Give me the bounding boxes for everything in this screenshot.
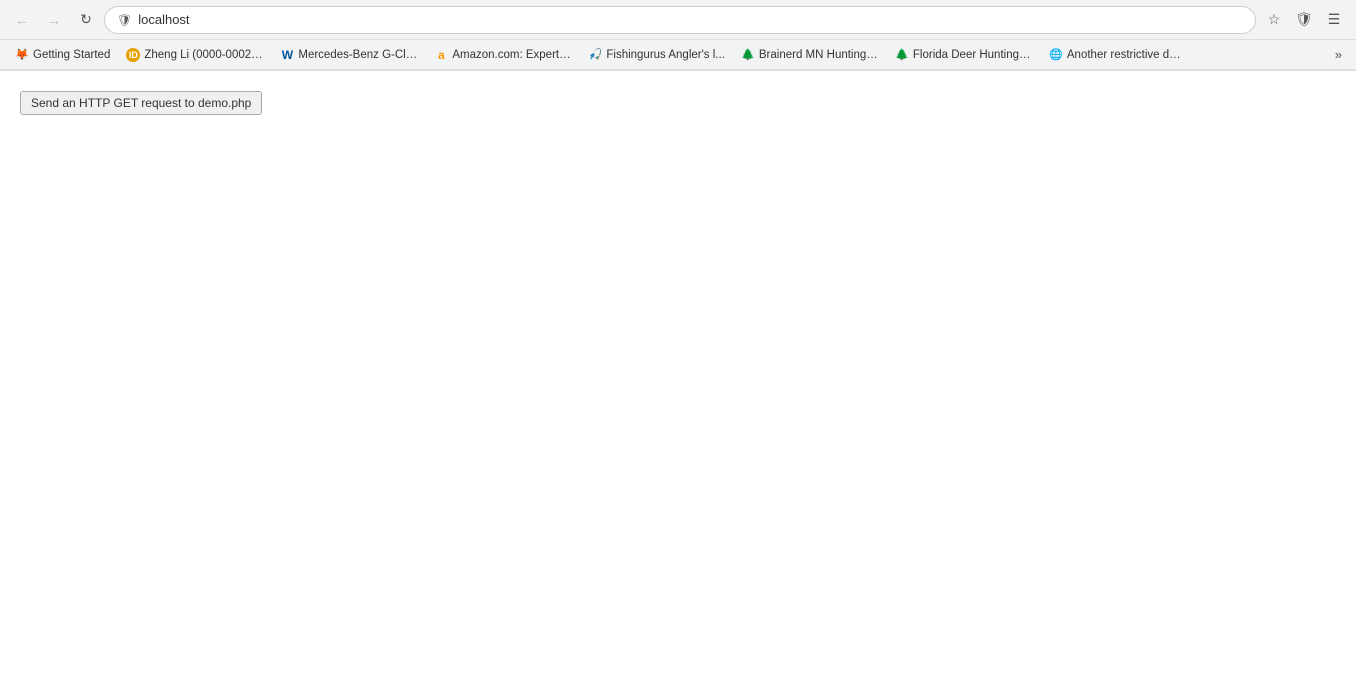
pocket-icon: 🛡: [1295, 11, 1313, 28]
bookmark-label-brainerd: Brainerd MN Hunting ...: [759, 49, 879, 61]
bookmark-item-fishingurus[interactable]: 🎣 Fishingurus Angler's l...: [581, 45, 732, 65]
bookmark-item-zheng-li[interactable]: ID Zheng Li (0000-0002-3...: [119, 45, 271, 65]
page-content: Send an HTTP GET request to demo.php: [0, 71, 1356, 651]
bookmarks-more-button[interactable]: »: [1329, 44, 1348, 65]
bookmark-item-another-restrictive[interactable]: 🌐 Another restrictive dee...: [1042, 45, 1194, 65]
reload-button[interactable]: ↻: [72, 6, 100, 34]
forward-button[interactable]: →: [40, 6, 68, 34]
bookmark-label-getting-started: Getting Started: [33, 49, 110, 61]
nav-bar: ← → ↻ 🛡 localhost ☆ 🛡 ☰: [0, 0, 1356, 40]
bookmark-favicon-mercedes: W: [280, 48, 294, 62]
bookmark-item-getting-started[interactable]: 🦊 Getting Started: [8, 45, 117, 65]
bookmark-favicon-getting-started: 🦊: [15, 48, 29, 62]
bookmark-label-amazon: Amazon.com: ExpertP...: [452, 49, 572, 61]
bookmark-favicon-florida-deer: 🌲: [895, 48, 909, 62]
bookmark-favicon-another-restrictive: 🌐: [1049, 48, 1063, 62]
bookmark-label-another-restrictive: Another restrictive dee...: [1067, 49, 1187, 61]
forward-icon: →: [47, 12, 61, 28]
bookmark-favicon-amazon: a: [434, 48, 448, 62]
bookmark-item-mercedes[interactable]: W Mercedes-Benz G-Clas...: [273, 45, 425, 65]
back-icon: ←: [15, 12, 29, 28]
send-http-get-button[interactable]: Send an HTTP GET request to demo.php: [20, 91, 262, 115]
bookmark-item-florida-deer[interactable]: 🌲 Florida Deer Hunting S...: [888, 45, 1040, 65]
bookmark-favicon-brainerd: 🌲: [741, 48, 755, 62]
bookmark-favicon-fishingurus: 🎣: [588, 48, 602, 62]
bookmark-label-mercedes: Mercedes-Benz G-Clas...: [298, 49, 418, 61]
address-text: localhost: [138, 12, 1243, 27]
bookmark-label-zheng-li: Zheng Li (0000-0002-3...: [144, 49, 264, 61]
toolbar-actions: ☆ 🛡 ☰: [1260, 6, 1348, 34]
security-icon: 🛡: [117, 13, 132, 27]
menu-button[interactable]: ☰: [1320, 6, 1348, 34]
hamburger-icon: ☰: [1328, 11, 1341, 28]
pocket-button[interactable]: 🛡: [1290, 6, 1318, 34]
bookmark-item-amazon[interactable]: a Amazon.com: ExpertP...: [427, 45, 579, 65]
bookmark-label-fishingurus: Fishingurus Angler's l...: [606, 49, 725, 61]
browser-chrome: ← → ↻ 🛡 localhost ☆ 🛡 ☰ 🦊 Getting: [0, 0, 1356, 71]
star-icon: ☆: [1268, 11, 1281, 28]
reload-icon: ↻: [80, 11, 92, 28]
bookmark-label-florida-deer: Florida Deer Hunting S...: [913, 49, 1033, 61]
chevron-right-icon: »: [1335, 47, 1342, 62]
bookmarks-bar: 🦊 Getting Started ID Zheng Li (0000-0002…: [0, 40, 1356, 70]
bookmark-favicon-zheng-li: ID: [126, 48, 140, 62]
bookmark-star-button[interactable]: ☆: [1260, 6, 1288, 34]
back-button[interactable]: ←: [8, 6, 36, 34]
address-bar[interactable]: 🛡 localhost: [104, 6, 1256, 34]
bookmark-item-brainerd[interactable]: 🌲 Brainerd MN Hunting ...: [734, 45, 886, 65]
